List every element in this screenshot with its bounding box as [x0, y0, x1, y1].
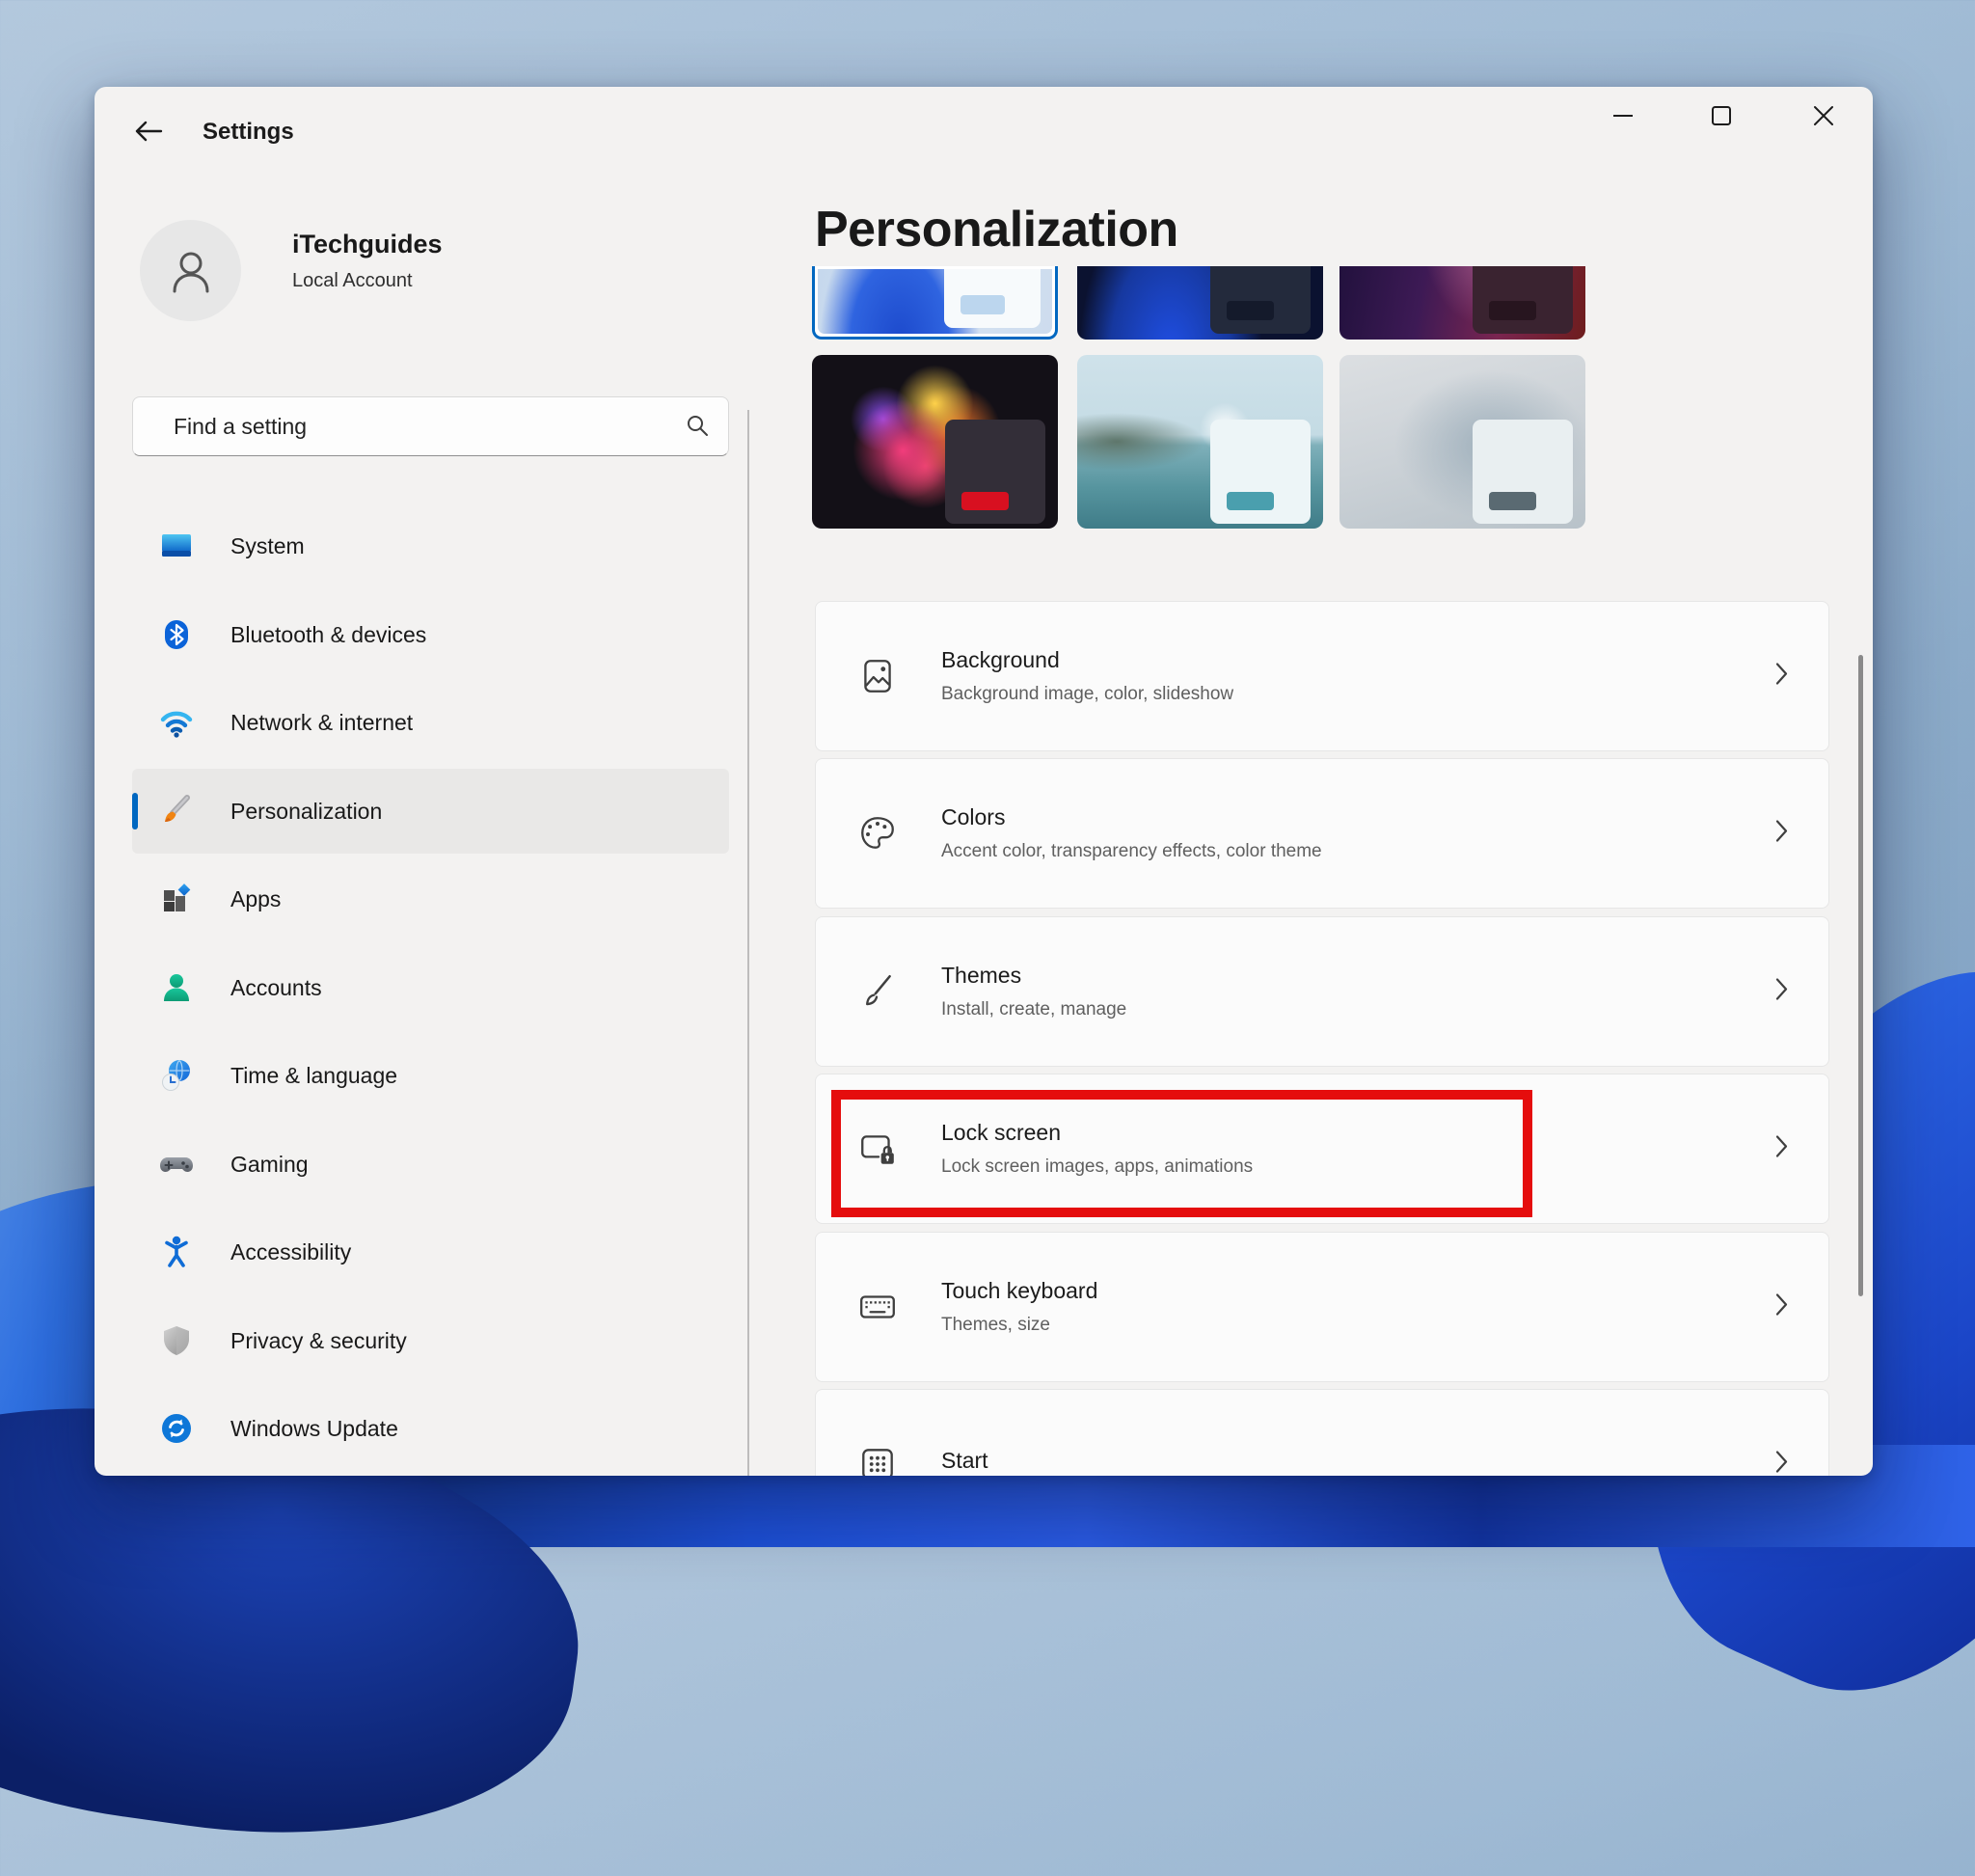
- window-title: Settings: [203, 120, 294, 145]
- setting-row-colors[interactable]: Colors Accent color, transparency effect…: [815, 758, 1829, 909]
- background-icon: [856, 655, 899, 697]
- windows-update-icon: [157, 1409, 196, 1448]
- sidebar-item-accounts[interactable]: Accounts: [132, 945, 729, 1030]
- minimize-button[interactable]: [1602, 96, 1644, 135]
- sidebar-item-label: Accounts: [230, 975, 322, 1001]
- system-icon: [157, 527, 196, 565]
- setting-row-title: Background: [941, 645, 1233, 674]
- theme-accent-swatch: [961, 492, 1008, 509]
- setting-row-title: Colors: [941, 802, 1322, 831]
- start-icon: [856, 1443, 899, 1476]
- back-button[interactable]: [129, 114, 168, 149]
- theme-mini-window: [945, 420, 1046, 524]
- vertical-scrollbar[interactable]: [1858, 655, 1863, 1296]
- maximize-button[interactable]: [1700, 96, 1743, 135]
- close-icon: [1812, 104, 1835, 127]
- theme-thumbnail-dark-blue[interactable]: [1077, 266, 1323, 340]
- theme-preview-image: [1077, 266, 1323, 340]
- setting-row-title: Lock screen: [941, 1118, 1253, 1147]
- setting-row-subtitle: Lock screen images, apps, animations: [941, 1155, 1253, 1180]
- bluetooth-icon: [157, 615, 196, 654]
- sidebar-item-bluetooth-devices[interactable]: Bluetooth & devices: [132, 592, 729, 677]
- account-type: Local Account: [292, 270, 413, 292]
- chevron-right-icon: [1775, 820, 1788, 848]
- account-name: iTechguides: [292, 230, 443, 259]
- sidebar-item-apps[interactable]: Apps: [132, 856, 729, 941]
- theme-thumbnail-dark-flower[interactable]: [812, 355, 1058, 529]
- theme-thumbnail-light-selected[interactable]: [812, 266, 1058, 340]
- person-icon: [164, 244, 218, 298]
- themes-icon: [856, 970, 899, 1013]
- theme-thumbnail-purple-red[interactable]: [1339, 266, 1585, 340]
- selected-indicator: [132, 793, 138, 829]
- sidebar-item-label: Bluetooth & devices: [230, 622, 426, 648]
- sidebar-item-accessibility[interactable]: Accessibility: [132, 1210, 729, 1294]
- sidebar-item-system[interactable]: System: [132, 503, 729, 588]
- sidebar-item-label: Accessibility: [230, 1239, 351, 1265]
- page-title: Personalization: [815, 201, 1178, 258]
- setting-row-lock-screen[interactable]: Lock screen Lock screen images, apps, an…: [815, 1074, 1829, 1224]
- sidebar-item-network-internet[interactable]: Network & internet: [132, 680, 729, 765]
- setting-row-title: Touch keyboard: [941, 1276, 1097, 1305]
- sidebar-item-windows-update[interactable]: Windows Update: [132, 1386, 729, 1471]
- setting-row-subtitle: Install, create, manage: [941, 997, 1126, 1022]
- sidebar-item-personalization[interactable]: Personalization: [132, 769, 729, 854]
- time-language-icon: [157, 1056, 196, 1095]
- sidebar-item-label: Windows Update: [230, 1416, 398, 1442]
- setting-row-title: Themes: [941, 961, 1126, 990]
- back-arrow-icon: [133, 119, 164, 144]
- setting-row-subtitle: Themes, size: [941, 1313, 1097, 1338]
- theme-accent-swatch: [1489, 492, 1535, 509]
- maximize-icon: [1710, 104, 1733, 127]
- theme-accent-swatch: [1227, 492, 1273, 509]
- touch-keyboard-icon: [856, 1286, 899, 1328]
- theme-preview-image: [818, 269, 1052, 334]
- theme-mini-window: [1210, 420, 1312, 524]
- setting-row-subtitle: Accent color, transparency effects, colo…: [941, 839, 1322, 864]
- chevron-right-icon: [1775, 1293, 1788, 1321]
- search-box: [132, 396, 729, 456]
- apps-icon: [157, 880, 196, 918]
- minimize-icon: [1611, 104, 1635, 127]
- setting-row-subtitle: Background image, color, slideshow: [941, 682, 1233, 707]
- sidebar-item-label: Privacy & security: [230, 1328, 407, 1354]
- chevron-right-icon: [1775, 1135, 1788, 1163]
- avatar[interactable]: [140, 220, 241, 321]
- setting-row-background[interactable]: Background Background image, color, slid…: [815, 601, 1829, 751]
- chevron-right-icon: [1775, 978, 1788, 1006]
- sidebar-divider: [747, 410, 749, 1476]
- personalization-icon: [157, 792, 196, 830]
- sidebar-item-label: Personalization: [230, 799, 382, 825]
- sidebar-item-label: Network & internet: [230, 710, 413, 736]
- setting-row-start[interactable]: Start: [815, 1389, 1829, 1476]
- search-icon: [685, 413, 710, 443]
- search-input[interactable]: [132, 396, 729, 456]
- sidebar-item-time-language[interactable]: Time & language: [132, 1033, 729, 1118]
- sidebar-item-label: Gaming: [230, 1152, 309, 1178]
- setting-row-touch-keyboard[interactable]: Touch keyboard Themes, size: [815, 1232, 1829, 1382]
- theme-preview-image: [1339, 266, 1585, 340]
- settings-window: Settings iTechguides Local Account: [95, 87, 1873, 1476]
- sidebar-item-label: System: [230, 533, 305, 559]
- chevron-right-icon: [1775, 663, 1788, 691]
- sidebar-item-privacy-security[interactable]: Privacy & security: [132, 1298, 729, 1383]
- chevron-right-icon: [1775, 1451, 1788, 1477]
- theme-thumbnail-gray-flower[interactable]: [1339, 355, 1585, 529]
- privacy-security-icon: [157, 1321, 196, 1360]
- sidebar-item-gaming[interactable]: Gaming: [132, 1122, 729, 1207]
- sidebar-item-label: Time & language: [230, 1063, 397, 1089]
- theme-mini-window: [1473, 420, 1574, 524]
- network-icon: [157, 703, 196, 742]
- close-button[interactable]: [1802, 96, 1845, 135]
- gaming-icon: [157, 1145, 196, 1183]
- setting-row-title: Start: [941, 1446, 988, 1475]
- sidebar-item-label: Apps: [230, 886, 281, 912]
- accessibility-icon: [157, 1233, 196, 1271]
- colors-icon: [856, 812, 899, 855]
- lock-screen-icon: [856, 1128, 899, 1170]
- theme-thumbnail-beach[interactable]: [1077, 355, 1323, 529]
- setting-row-themes[interactable]: Themes Install, create, manage: [815, 916, 1829, 1067]
- accounts-icon: [157, 968, 196, 1007]
